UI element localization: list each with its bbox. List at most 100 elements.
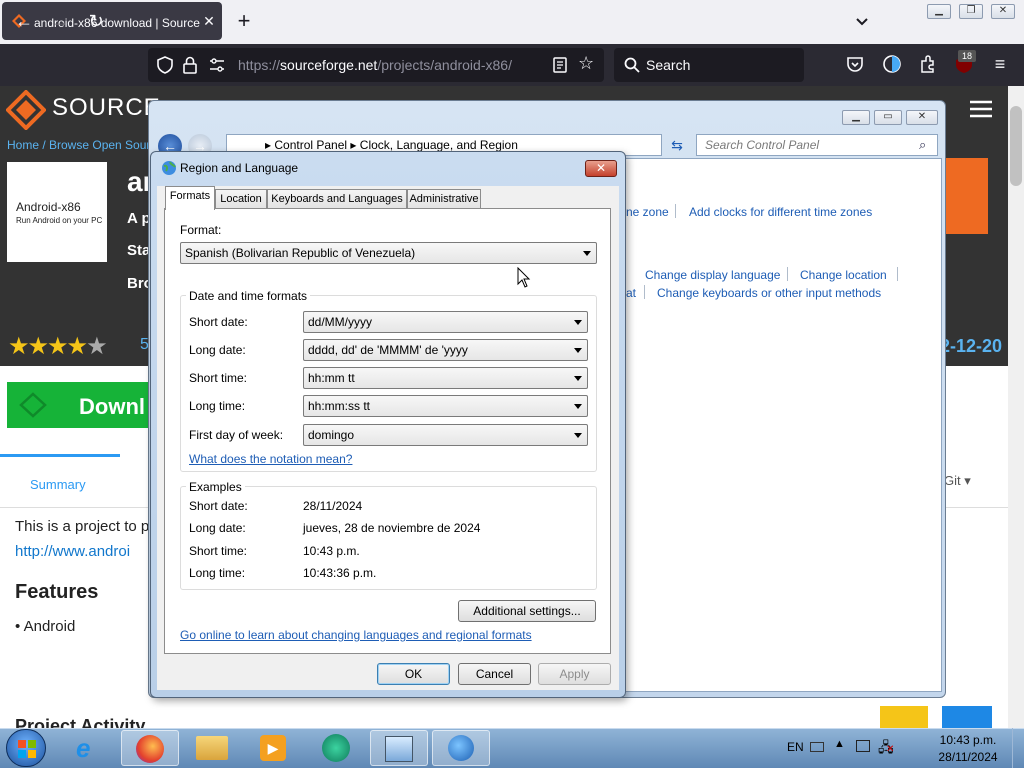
restore-window-button[interactable]: ❐ <box>959 4 983 19</box>
taskbar-control-panel[interactable] <box>370 730 428 766</box>
short-date-dropdown[interactable]: dd/MM/yyyy <box>303 311 588 333</box>
cp-crumb-clock-language[interactable]: Clock, Language, and Region <box>360 138 518 152</box>
action-center-icon[interactable] <box>856 740 870 752</box>
extensions-icon[interactable] <box>918 54 938 74</box>
download-button[interactable]: Downl <box>7 382 157 428</box>
show-desktop-button[interactable] <box>1012 728 1024 768</box>
forward-arrow-icon[interactable]: → <box>48 9 72 33</box>
taskbar-firefox[interactable] <box>121 730 179 766</box>
permissions-icon[interactable] <box>208 57 226 73</box>
dialog-close-button[interactable]: ✕ <box>585 160 617 177</box>
cp-link-date-format[interactable]: at <box>626 286 636 300</box>
cp-link-add-clocks[interactable]: Add clocks for different time zones <box>689 205 872 219</box>
tab-git[interactable]: Git ▾ <box>944 473 971 489</box>
chevron-down-icon[interactable] <box>852 12 872 32</box>
taskbar-time[interactable]: 10:43 p.m. <box>936 733 1000 747</box>
tab-summary[interactable]: Summary <box>0 454 120 508</box>
keyboard-icon[interactable] <box>810 742 824 752</box>
example-long-date-value: jueves, 28 de noviembre de 2024 <box>303 521 481 535</box>
hamburger-menu-icon[interactable] <box>970 100 992 118</box>
cp-search-icon[interactable]: ⌕ <box>919 137 926 153</box>
cp-link-time-zone[interactable]: ne zone <box>626 205 669 219</box>
search-placeholder: Search <box>646 57 691 73</box>
sourceforge-logo-icon[interactable] <box>6 90 46 130</box>
divider <box>644 285 645 299</box>
example-short-time-label: Short time: <box>189 544 248 558</box>
taskbar-date[interactable]: 28/11/2024 <box>936 750 1000 764</box>
taskbar-region-dialog[interactable] <box>432 730 490 766</box>
url-path: /projects/android-x86/ <box>377 57 512 73</box>
sf-excellence-badge[interactable] <box>946 158 988 234</box>
apply-button[interactable]: Apply <box>538 663 611 685</box>
divider <box>897 267 898 281</box>
cp-close-button[interactable]: ✕ <box>906 110 938 125</box>
cp-link-change-location[interactable]: Change location <box>800 268 887 282</box>
windows-logo-icon <box>18 740 36 758</box>
short-time-dropdown[interactable]: hh:mm tt <box>303 367 588 389</box>
network-error-icon: ✕ <box>886 744 895 755</box>
rss-button[interactable] <box>942 706 992 730</box>
feedback-button[interactable] <box>880 706 928 730</box>
rating-stars: ★★★★★ <box>8 333 108 360</box>
notation-help-link[interactable]: What does the notation mean? <box>189 452 352 466</box>
taskbar-media-player[interactable]: ▶ <box>246 730 304 766</box>
folder-icon <box>196 736 228 760</box>
cp-minimize-button[interactable]: ▁ <box>842 110 870 125</box>
minimize-window-button[interactable]: ▁ <box>927 4 951 19</box>
cp-maximize-button[interactable]: ▭ <box>874 110 902 125</box>
first-day-dropdown[interactable]: domingo <box>303 424 588 446</box>
account-icon[interactable] <box>882 54 902 74</box>
additional-settings-button[interactable]: Additional settings... <box>458 600 596 622</box>
reader-view-icon[interactable] <box>552 57 568 73</box>
search-bar[interactable]: Search <box>614 48 804 82</box>
tab-location[interactable]: Location <box>215 189 267 209</box>
page-scrollbar-thumb[interactable] <box>1010 106 1022 186</box>
close-window-button[interactable]: ✕ <box>991 4 1015 19</box>
long-date-value: dddd, dd' de 'MMMM' de 'yyyy <box>308 343 468 357</box>
tab-keyboards-languages[interactable]: Keyboards and Languages <box>267 189 407 209</box>
new-tab-icon[interactable]: + <box>234 10 254 32</box>
reload-icon[interactable]: ↻ <box>84 9 108 33</box>
search-icon <box>624 57 640 73</box>
divider <box>787 267 788 281</box>
start-button[interactable] <box>6 729 46 767</box>
long-date-dropdown[interactable]: dddd, dd' de 'MMMM' de 'yyyy <box>303 339 588 361</box>
url-text[interactable]: https://sourceforge.net/projects/android… <box>238 57 512 73</box>
cp-link-display-language[interactable]: Change display language <box>645 268 780 282</box>
cp-search-input[interactable]: Search Control Panel ⌕ <box>696 134 938 156</box>
cp-search-placeholder: Search Control Panel <box>705 138 820 152</box>
format-dropdown[interactable]: Spanish (Bolivarian Republic of Venezuel… <box>180 242 597 264</box>
cancel-button[interactable]: Cancel <box>458 663 531 685</box>
dropdown-arrow-icon <box>574 348 582 353</box>
tab-formats[interactable]: Formats <box>165 186 215 210</box>
cp-refresh-icon[interactable]: ⇆ <box>664 134 690 156</box>
bookmark-star-icon[interactable]: ☆ <box>578 53 594 74</box>
back-arrow-icon[interactable]: ← <box>12 9 36 33</box>
url-bar[interactable]: https://sourceforge.net/projects/android… <box>148 48 604 82</box>
cp-crumb-control-panel[interactable]: Control Panel <box>274 138 347 152</box>
close-tab-icon[interactable]: ✕ <box>200 12 218 30</box>
sourceforge-logo-text[interactable]: SOURCE <box>52 94 161 122</box>
tab-administrative[interactable]: Administrative <box>407 189 481 209</box>
menu-icon[interactable]: ≡ <box>990 54 1010 74</box>
short-date-label: Short date: <box>189 315 248 329</box>
long-time-value: hh:mm:ss tt <box>308 399 371 413</box>
cp-address-text: ▸ Control Panel ▸ Clock, Language, and R… <box>265 138 518 152</box>
language-indicator[interactable]: EN <box>787 740 804 754</box>
shield-icon[interactable] <box>156 56 174 74</box>
cp-link-keyboards[interactable]: Change keyboards or other input methods <box>657 286 881 300</box>
ok-button[interactable]: OK <box>377 663 450 685</box>
pocket-icon[interactable] <box>846 55 864 73</box>
long-time-dropdown[interactable]: hh:mm:ss tt <box>303 395 588 417</box>
taskbar-explorer[interactable] <box>184 730 242 766</box>
online-help-link[interactable]: Go online to learn about changing langua… <box>180 628 532 642</box>
example-short-time-value: 10:43 p.m. <box>303 544 360 558</box>
taskbar-ie[interactable]: e <box>62 730 120 766</box>
lock-icon[interactable] <box>182 56 198 74</box>
breadcrumb[interactable]: Home / Browse Open Sour <box>7 138 150 152</box>
project-status-line: Sta <box>127 242 151 259</box>
control-panel-icon <box>385 736 413 762</box>
tray-expand-icon[interactable]: ▲ <box>834 738 845 750</box>
taskbar-app[interactable] <box>308 730 366 766</box>
project-website-link[interactable]: http://www.androi <box>15 543 130 560</box>
